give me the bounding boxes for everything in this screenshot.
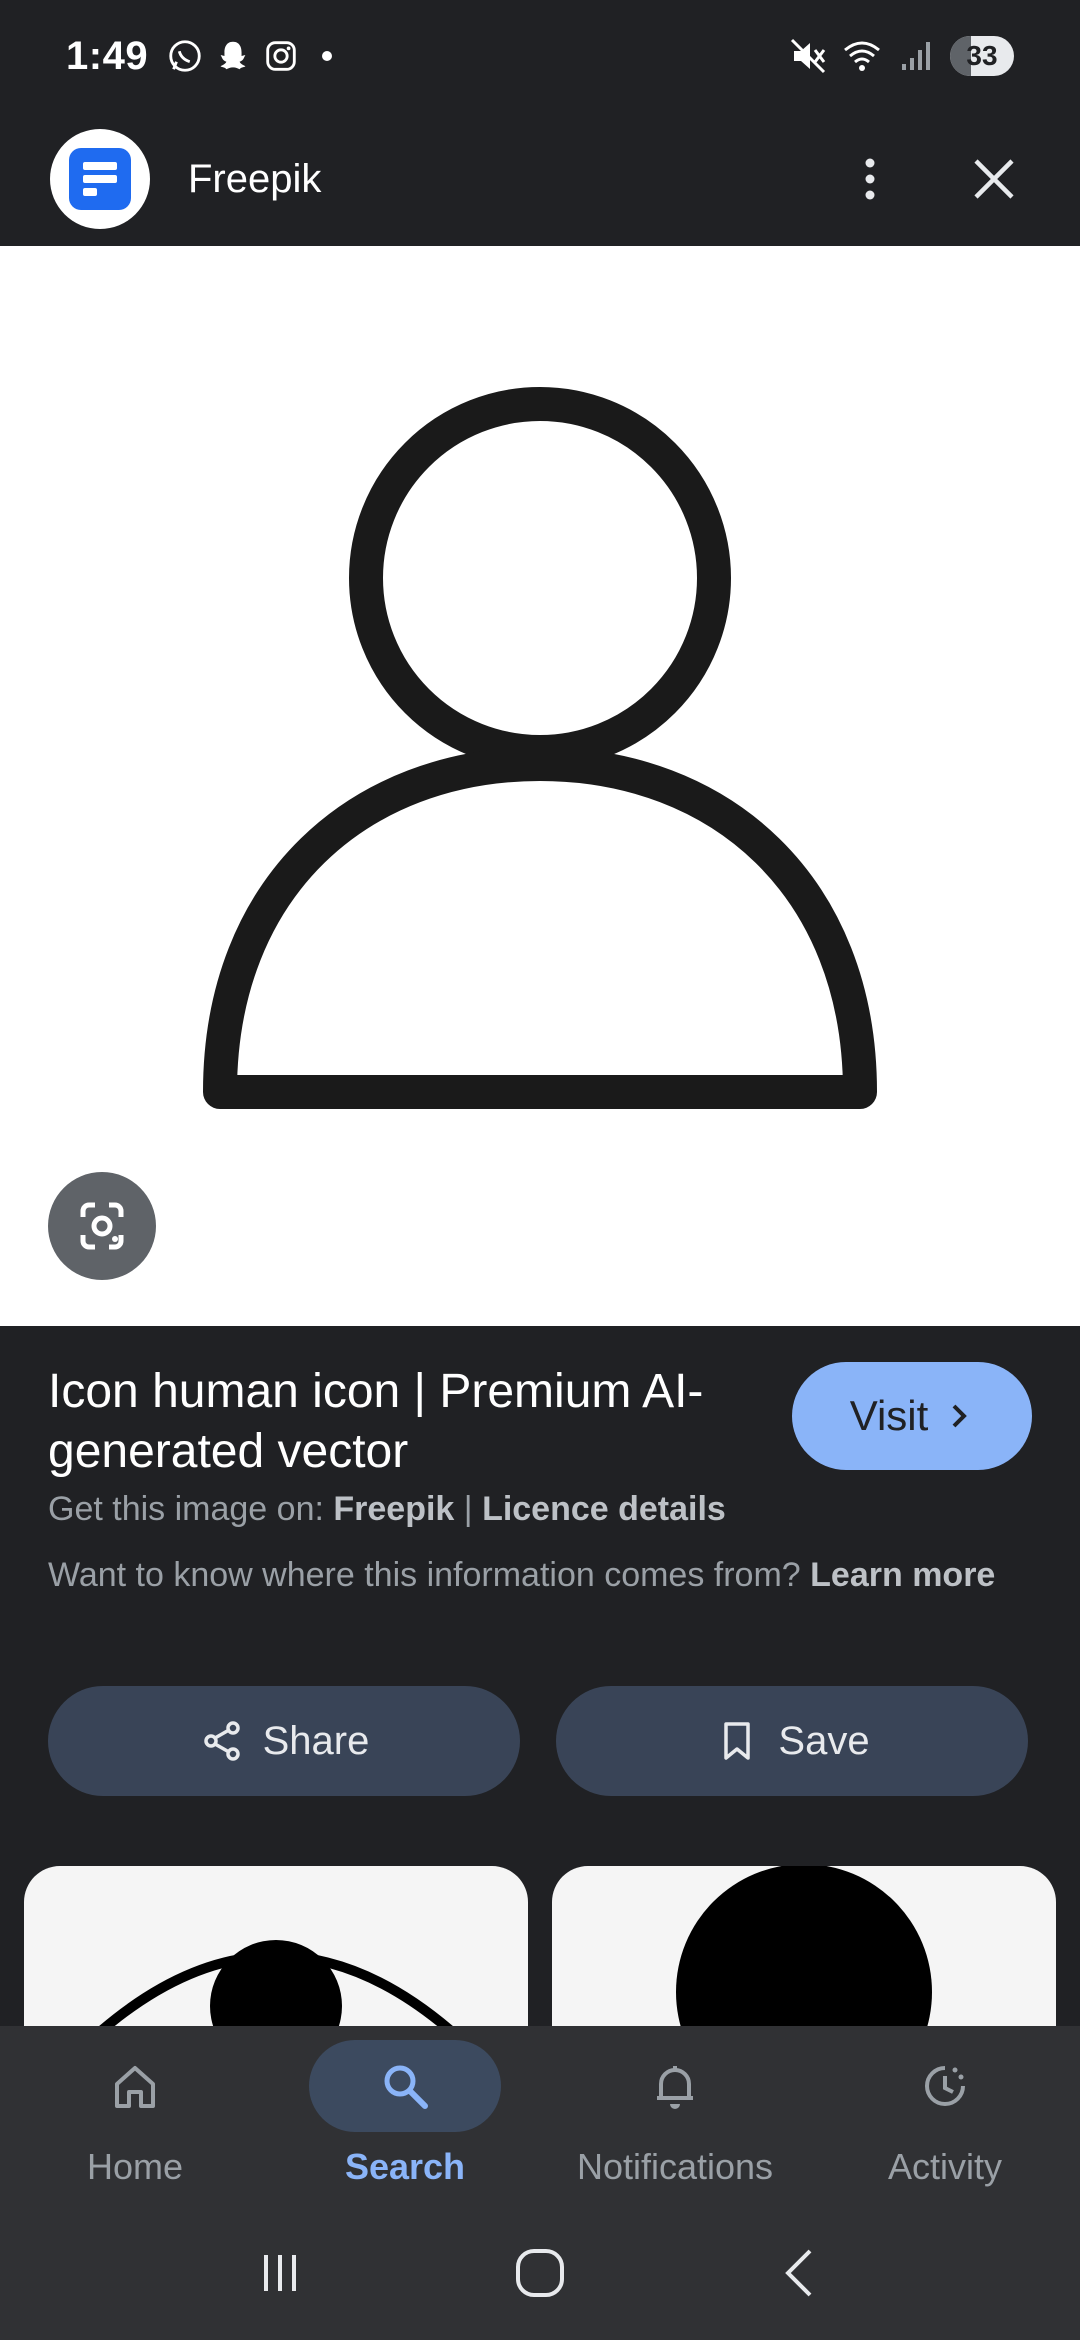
nav-search-icon-wrap [309, 2040, 501, 2132]
nav-home-icon-wrap [39, 2040, 231, 2132]
source-line: Get this image on: Freepik | Licence det… [48, 1490, 1032, 1529]
wifi-icon [844, 41, 880, 71]
actions-row: Share Save [48, 1686, 1028, 1796]
learn-more-link[interactable]: Learn more [810, 1556, 995, 1594]
visit-label: Visit [849, 1392, 929, 1439]
recent-apps-icon[interactable] [250, 2243, 310, 2303]
battery-percent: 33 [966, 40, 998, 71]
licence-details-link[interactable]: Licence details [482, 1490, 726, 1528]
related-image-avatar [676, 1866, 932, 2026]
learn-prefix: Want to know where this information come… [48, 1556, 811, 1594]
bottom-navigation: Home Search Notifications Activity [0, 2026, 1080, 2206]
screen: 1:49 33 Freepik Icon human icon | Premiu… [0, 0, 1080, 2340]
save-button[interactable]: Save [556, 1686, 1028, 1796]
bell-icon [657, 2066, 693, 2109]
freepik-logo-mark [69, 148, 131, 210]
image-viewer-header: Freepik [0, 112, 1080, 246]
more-options-icon[interactable] [844, 153, 896, 205]
related-images [24, 1866, 1056, 2026]
home-icon [115, 2066, 155, 2108]
nav-activity-label: Activity [887, 2146, 1002, 2187]
related-image-thumbnail[interactable] [552, 1866, 1056, 2026]
status-time: 1:49 [66, 33, 149, 78]
nav-activity[interactable]: Activity [810, 2026, 1080, 2206]
source-link[interactable]: Freepik [333, 1490, 454, 1528]
nav-notifications-icon-wrap [579, 2040, 771, 2132]
notification-dot [322, 51, 333, 61]
share-icon [203, 1721, 240, 1761]
home-button-icon[interactable] [510, 2243, 570, 2303]
image-info: Icon human icon | Premium AI-generated v… [0, 1326, 1080, 1599]
related-image-eye [99, 1940, 453, 2026]
activity-icon [925, 2066, 965, 2106]
status-bar: 1:49 33 [0, 0, 1080, 112]
close-icon[interactable] [968, 153, 1020, 205]
nav-activity-icon-wrap [849, 2040, 1041, 2132]
site-name: Freepik [188, 156, 322, 201]
image-title: Icon human icon | Premium AI-generated v… [48, 1365, 704, 1478]
visit-button[interactable]: Visit [792, 1362, 1032, 1470]
mute-icon [790, 38, 826, 74]
share-button[interactable]: Share [48, 1686, 520, 1796]
lens-icon [80, 1202, 124, 1250]
info-source-notice: Want to know where this information come… [48, 1551, 1008, 1599]
nav-notifications[interactable]: Notifications [540, 2026, 810, 2206]
source-separator: | [454, 1490, 483, 1528]
google-lens-button[interactable] [48, 1172, 156, 1280]
system-navigation-bar [0, 2206, 1080, 2340]
freepik-logo [50, 129, 150, 229]
nav-notifications-label: Notifications [576, 2146, 774, 2187]
related-image-thumbnail[interactable] [24, 1866, 528, 2026]
header-actions [844, 153, 1020, 205]
chevron-right-icon [952, 1404, 968, 1428]
back-icon[interactable] [770, 2243, 830, 2303]
save-label: Save [778, 1718, 870, 1763]
nav-home-label: Home [86, 2146, 184, 2187]
instagram-icon [266, 41, 296, 71]
signal-icon [902, 42, 930, 70]
status-system-icons: 33 [788, 36, 1014, 76]
title-row: Icon human icon | Premium AI-generated v… [48, 1362, 1032, 1482]
search-icon [384, 2065, 428, 2109]
share-label: Share [262, 1718, 370, 1763]
source-prefix: Get this image on: [48, 1490, 334, 1528]
nav-search[interactable]: Search [270, 2026, 540, 2206]
whatsapp-icon [169, 40, 201, 72]
preview-image[interactable] [0, 246, 1080, 1326]
nav-home[interactable]: Home [0, 2026, 270, 2206]
status-app-icons [166, 37, 333, 75]
snapchat-icon [220, 41, 246, 70]
battery-icon: 33 [950, 36, 1014, 76]
nav-search-label: Search [344, 2146, 466, 2187]
bookmark-icon [724, 1722, 751, 1760]
person-outline-image [203, 387, 877, 1109]
